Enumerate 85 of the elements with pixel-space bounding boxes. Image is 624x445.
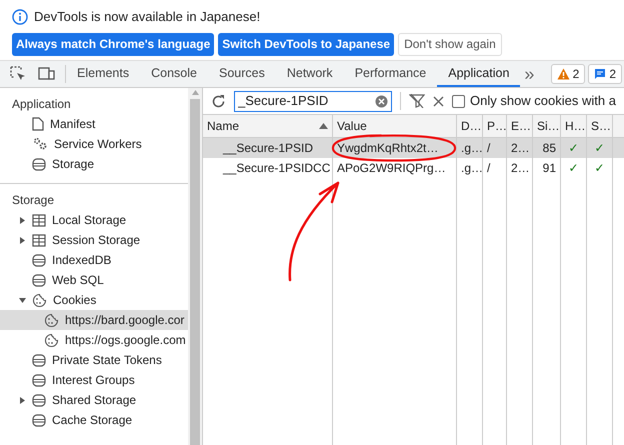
banner-button[interactable]: Don't show again [398,32,502,56]
warnings-counter[interactable]: 2 [550,64,586,84]
table-cell: 91 [542,162,556,174]
sidebar-item[interactable]: IndexedDB [0,250,188,270]
sidebar-item[interactable]: Web SQL [0,270,188,290]
panel-tab[interactable]: Network [276,61,344,87]
database-icon [32,274,46,286]
table-cell: / [487,162,490,174]
table-icon [32,234,46,246]
table-cell: .g… [461,142,484,154]
banner-button[interactable]: Always match Chrome's language [12,32,214,56]
info-icon [12,8,28,25]
database-icon [32,394,46,406]
database-icon [32,354,46,366]
cookie-icon [32,292,47,308]
more-tabs-chevron[interactable]: » [520,61,538,87]
panel-tab[interactable]: Console [140,61,208,87]
table-icon [32,214,46,226]
checkbox[interactable] [452,94,465,108]
checkbox-label: Only show cookies with a [470,92,616,110]
sidebar-item[interactable]: Shared Storage [0,390,188,410]
clear-filter-icon[interactable] [409,94,425,108]
database-icon [32,158,46,170]
table-cell: ✓ [568,162,578,174]
table-cell: APoG2W9RIQPrg… [337,162,446,174]
column-header[interactable]: Name [203,115,333,137]
panel-tab[interactable]: Elements [66,61,140,87]
expanded-triangle-icon[interactable] [18,296,26,304]
sidebar-item[interactable]: Interest Groups [0,370,188,390]
table-cell: ✓ [594,162,604,174]
inspect-icon[interactable] [10,66,26,82]
collapsed-triangle-icon[interactable] [18,236,26,244]
sidebar-section-title: Storage [11,192,56,209]
banner-button[interactable]: Switch DevTools to Japanese [218,32,394,56]
device-icon[interactable] [38,67,55,81]
table-row[interactable]: __Secure-1PSID YwgdmKqRhtx2t… .g… / 2… 85 ✓ ✓ [203,138,624,158]
database-icon [32,254,46,266]
sidebar-item[interactable]: https://bard.google.cor [0,310,188,330]
collapsed-triangle-icon[interactable] [18,396,26,404]
column-header[interactable]: Value [333,115,457,137]
warning-icon [556,68,570,80]
sidebar-section-title: Application [11,96,72,113]
clear-icon[interactable] [375,94,388,108]
banner-message: DevTools is now available in Japanese! [34,8,260,26]
table-cell: 85 [542,142,556,154]
messages-counter[interactable]: 2 [588,64,622,84]
column-header[interactable]: H… [561,115,587,137]
refresh-icon[interactable] [211,94,226,108]
table-cell: __Secure-1PSIDCC [223,162,330,174]
table-cell: / [487,142,490,154]
close-icon[interactable] [433,96,444,106]
column-header[interactable]: P… [483,115,507,137]
filter-field[interactable]: _Secure-1PSID [234,90,392,112]
table-cell: 2… [511,162,530,174]
file-icon [32,117,44,131]
table-cell: __Secure-1PSID [223,142,314,154]
table-cell: YwgdmKqRhtx2t… [337,142,438,154]
message-icon [594,68,606,80]
collapsed-triangle-icon[interactable] [18,216,26,224]
gears-icon [32,137,48,151]
cookie-icon [44,312,59,328]
table-cell: 2… [511,142,530,154]
column-header[interactable]: D… [457,115,483,137]
column-header[interactable]: Si… [533,115,561,137]
sort-ascending-icon [319,123,328,129]
cookie-icon [44,332,59,348]
table-cell: ✓ [568,142,578,154]
table-cell: .g… [461,162,484,174]
panel-tab[interactable]: Sources [208,61,276,87]
sidebar-item[interactable]: Cache Storage [0,410,188,430]
column-header[interactable]: E… [507,115,533,137]
sidebar-item[interactable]: Cookies [0,290,188,310]
sidebar-item[interactable]: Session Storage [0,230,188,250]
sidebar-item[interactable]: Manifest [0,114,188,134]
sidebar-item[interactable]: Storage [0,154,188,174]
database-icon [32,414,46,426]
sidebar-item[interactable]: Service Workers [0,134,188,154]
panel-tab[interactable]: Performance [344,61,438,87]
database-icon [32,374,46,386]
column-header[interactable]: S… [587,115,613,137]
table-cell: ✓ [594,142,604,154]
sidebar-item[interactable]: Local Storage [0,210,188,230]
sidebar-item[interactable]: Private State Tokens [0,350,188,370]
sidebar-item[interactable]: https://ogs.google.com [0,330,188,350]
scrollbar[interactable] [188,88,202,445]
